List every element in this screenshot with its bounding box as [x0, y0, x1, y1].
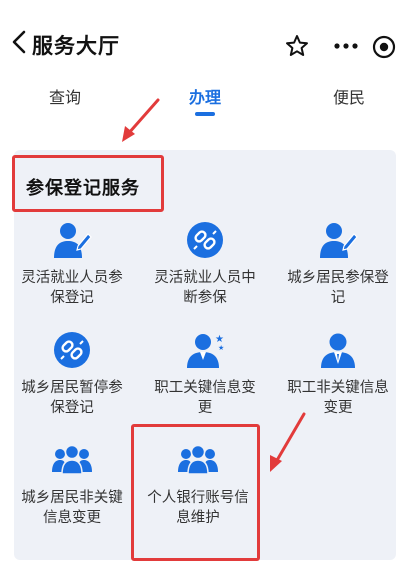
highlight-box — [12, 155, 164, 212]
person-pen-icon — [320, 223, 358, 258]
tab-query[interactable]: 查询 — [49, 84, 81, 108]
more-options-icon[interactable] — [334, 36, 358, 56]
group-icon — [52, 444, 92, 475]
service-label: 城乡居民参保登记 — [287, 270, 389, 306]
star-icon[interactable] — [285, 34, 309, 58]
active-tab-indicator — [195, 112, 215, 116]
service-label: 城乡居民暂停参保登记 — [21, 380, 123, 416]
close-miniprogram-icon[interactable] — [372, 35, 396, 59]
person-pen-icon — [54, 223, 92, 258]
highlight-box — [131, 424, 260, 561]
service-item[interactable]: 城乡居民参保登记 — [276, 220, 400, 330]
person-tie-icon — [321, 333, 355, 368]
tab-bar: 查询 办理 便民 — [0, 78, 409, 126]
svg-text:★: ★ — [218, 344, 224, 352]
service-item[interactable]: 城乡居民暂停参保登记 — [10, 330, 134, 440]
tab-convenience[interactable]: 便民 — [333, 84, 365, 108]
back-arrow-icon[interactable] — [10, 30, 28, 54]
tab-handle[interactable]: 办理 — [189, 84, 221, 108]
service-item[interactable]: 城乡居民非关键信息变更 — [10, 440, 134, 550]
annotation-arrow — [122, 98, 160, 142]
service-label: 灵活就业人员参保登记 — [21, 270, 123, 306]
person-star-icon: ★ ★ — [187, 334, 224, 368]
broken-link-icon — [54, 332, 90, 368]
service-item[interactable]: 灵活就业人员参保登记 — [10, 220, 134, 330]
annotation-arrow — [270, 412, 306, 472]
top-bar: 服务大厅 — [0, 0, 409, 70]
service-label: 城乡居民非关键信息变更 — [21, 490, 123, 526]
service-label: 灵活就业人员中断参保 — [154, 270, 256, 306]
service-label: 职工关键信息变更 — [154, 380, 256, 416]
broken-link-icon — [187, 222, 223, 258]
page-title: 服务大厅 — [32, 34, 120, 58]
service-item[interactable]: 灵活就业人员中断参保 — [143, 220, 267, 330]
